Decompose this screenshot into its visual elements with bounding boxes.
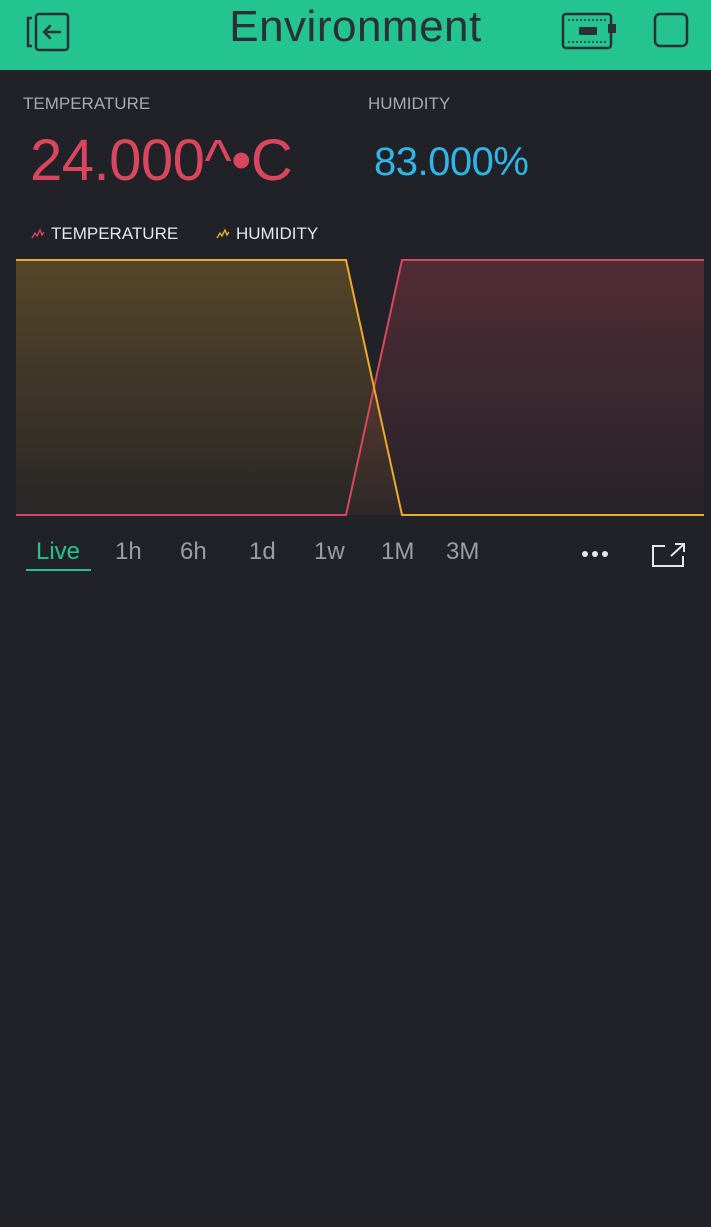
series-temperature-icon: [31, 228, 45, 239]
humidity-label: HUMIDITY: [368, 94, 451, 113]
superchart[interactable]: [16, 258, 704, 518]
active-range-indicator: [26, 569, 91, 571]
range-6h[interactable]: 6h: [180, 538, 207, 566]
range-live[interactable]: Live: [36, 538, 80, 566]
square-icon[interactable]: [653, 12, 689, 48]
time-range-bar: Live 1h 6h 1d 1w 1M 3M: [0, 532, 711, 574]
range-1w[interactable]: 1w: [314, 538, 345, 566]
device-icon[interactable]: [560, 10, 618, 52]
temperature-label: TEMPERATURE: [23, 94, 151, 113]
range-3m[interactable]: 3M: [446, 538, 479, 566]
series-humidity-icon: [216, 228, 230, 239]
range-1m[interactable]: 1M: [381, 538, 414, 566]
legend-item-temperature[interactable]: TEMPERATURE: [31, 224, 178, 244]
range-1h[interactable]: 1h: [115, 538, 142, 566]
legend-label-temperature: TEMPERATURE: [51, 224, 179, 243]
more-icon[interactable]: [580, 544, 612, 564]
humidity-value: 83.000%: [374, 140, 529, 184]
header-bar: Environment: [0, 0, 711, 70]
temperature-value: 24.000^•C: [30, 128, 293, 193]
legend-label-humidity: HUMIDITY: [236, 224, 319, 243]
legend-item-humidity[interactable]: HUMIDITY: [216, 224, 318, 244]
expand-icon[interactable]: [651, 542, 687, 568]
range-1d[interactable]: 1d: [249, 538, 276, 566]
